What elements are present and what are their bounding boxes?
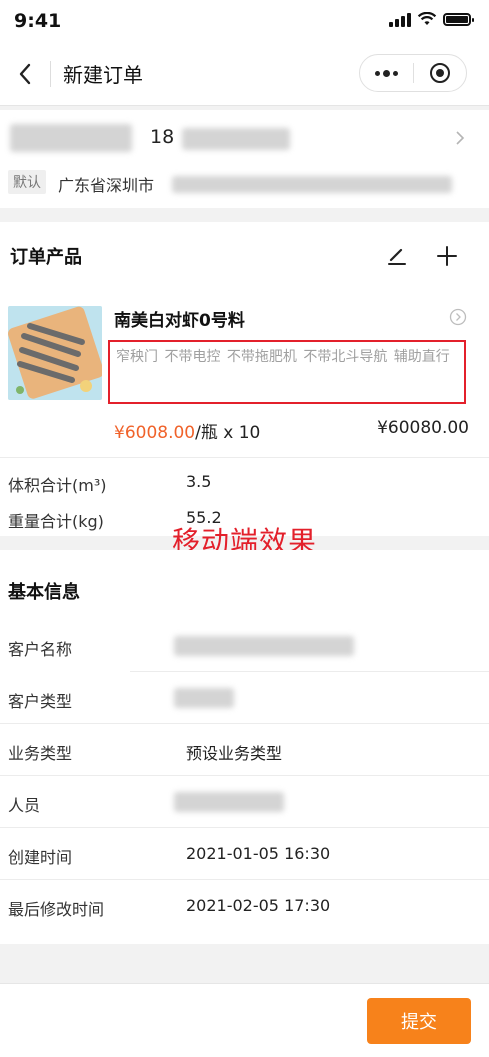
back-button[interactable] (0, 42, 50, 106)
edit-icon[interactable] (385, 244, 409, 268)
info-row-created-time: 创建时间 2021-01-05 16:30 (0, 828, 489, 880)
address-detail-redacted (172, 176, 452, 193)
default-address-badge: 默认 (8, 170, 46, 194)
order-products-section: 订单产品 南美白对虾0号料 窄秧门 不带电控 不带拖肥机 不带北斗导航 辅助直行 (0, 222, 489, 536)
nav-divider (50, 60, 51, 87)
battery-icon (443, 13, 474, 26)
address-text: 广东省深圳市 (58, 176, 155, 195)
more-button[interactable] (360, 55, 413, 91)
volume-total-label: 体积合计(m³) (8, 476, 107, 495)
wifi-icon (417, 12, 437, 25)
staff-redacted (174, 792, 284, 812)
mini-program-capsule (359, 54, 467, 92)
product-image[interactable] (8, 306, 102, 400)
info-row-modified-time: 最后修改时间 2021-02-05 17:30 (8, 896, 331, 919)
status-icons (389, 12, 474, 27)
status-time: 9:41 (14, 10, 62, 32)
chevron-right-icon (456, 131, 465, 145)
created-time-value: 2021-01-05 16:30 (186, 844, 331, 863)
add-icon[interactable] (435, 244, 459, 268)
contact-phone: 18 (150, 126, 175, 148)
address-card[interactable]: 18 默认 广东省深圳市 (0, 110, 489, 208)
more-dots-icon (374, 69, 398, 77)
section-title-basic: 基本信息 (8, 582, 80, 603)
info-row-business-type[interactable]: 业务类型 预设业务类型 (0, 724, 489, 776)
info-row-staff[interactable]: 人员 (0, 776, 489, 828)
modified-time-value: 2021-02-05 17:30 (186, 896, 331, 915)
product-detail-icon[interactable] (449, 308, 467, 326)
basic-info-section: 基本信息 客户名称 客户类型 业务类型 预设业务类型 人员 创建时间 2021-… (0, 550, 489, 944)
page-title: 新建订单 (63, 63, 143, 87)
contact-name-redacted (10, 124, 132, 152)
volume-total-value: 3.5 (186, 472, 212, 491)
info-row-customer-type[interactable]: 客户类型 (0, 672, 489, 724)
product-specs-highlight: 窄秧门 不带电控 不带拖肥机 不带北斗导航 辅助直行 (108, 340, 466, 404)
product-name: 南美白对虾0号料 (114, 311, 245, 331)
submit-button[interactable]: 提交 (367, 998, 471, 1044)
shrimp-image (8, 306, 102, 400)
unit-quantity: /瓶 x 10 (195, 423, 261, 443)
footer-bar: 提交 (0, 983, 489, 1057)
info-row-customer-name[interactable]: 客户名称 (0, 620, 489, 672)
business-type-value: 预设业务类型 (186, 744, 283, 763)
price-row: ¥6008.00/瓶 x 10 (114, 418, 260, 443)
unit-price: ¥6008.00 (114, 423, 196, 443)
chevron-left-icon (19, 63, 31, 84)
status-bar: 9:41 (0, 0, 489, 42)
section-title-products: 订单产品 (10, 247, 82, 268)
close-mini-program-button[interactable] (414, 55, 467, 91)
nav-bar: 新建订单 (0, 42, 489, 106)
signal-icon (389, 12, 411, 27)
line-total: ¥60080.00 (377, 418, 469, 438)
target-icon (429, 63, 450, 83)
basic-info-header: 基本信息 (0, 550, 489, 620)
customer-type-redacted (174, 688, 234, 708)
contact-phone-redacted (182, 128, 290, 150)
product-specs: 窄秧门 不带电控 不带拖肥机 不带北斗导航 辅助直行 (116, 349, 450, 365)
customer-name-redacted (174, 636, 354, 656)
